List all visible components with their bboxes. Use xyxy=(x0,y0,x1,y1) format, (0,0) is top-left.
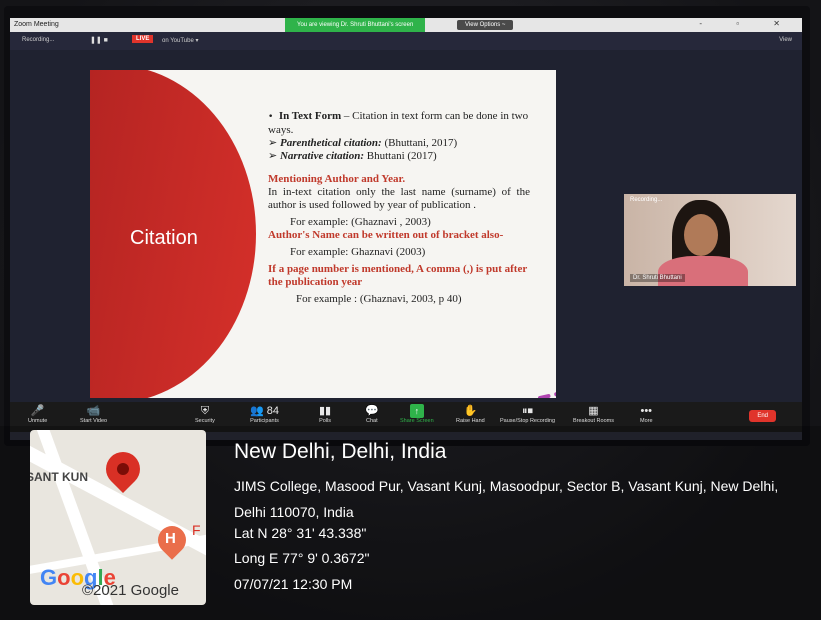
shared-slide: Citation • In Text Form – Citation in te… xyxy=(90,70,556,398)
live-badge: LIVE xyxy=(132,35,154,43)
sub1-value: (Bhuttani, 2017) xyxy=(381,137,458,149)
mic-icon: 🎤 xyxy=(30,405,45,417)
raise-hand-button[interactable]: ✋ Raise Hand xyxy=(456,404,485,424)
raise-hand-label: Raise Hand xyxy=(456,418,485,424)
geotag-city: New Delhi, Delhi, India xyxy=(234,440,447,463)
view-button[interactable]: View xyxy=(779,37,792,43)
recording-bar: Recording... ❚❚ ■ LIVE on YouTube ▾ View xyxy=(10,32,802,50)
slide-title: Citation xyxy=(130,227,198,249)
pause-stop-recording-label: Pause/Stop Recording xyxy=(500,418,556,424)
more-label: More xyxy=(640,418,653,424)
participant-video-tile[interactable]: Recording... Dr. Shruti Bhuttani xyxy=(624,194,796,286)
title-bar: Zoom Meeting You are viewing Dr. Shruti … xyxy=(10,18,802,32)
bullet-heading: In Text Form xyxy=(278,110,342,122)
view-options-button[interactable]: View Options ~ xyxy=(457,20,514,30)
unmute-button[interactable]: 🎤 Unmute xyxy=(28,404,47,424)
camera-icon: 📹 xyxy=(86,405,101,417)
heading-out-of-bracket: Author's Name can be written out of brac… xyxy=(268,229,504,241)
participants-icon: 👥 84 xyxy=(250,405,279,417)
window-title: Zoom Meeting xyxy=(14,21,59,28)
video-top-label: Recording... xyxy=(630,197,663,203)
unmute-label: Unmute xyxy=(28,418,48,424)
heading-page-number: If a page number is mentioned, A comma (… xyxy=(268,263,528,288)
pause-stop-recording-button[interactable]: ⏸⏹ Pause/Stop Recording xyxy=(500,404,555,424)
sub-bullet-1: ➢ Parenthetical citation: (Bhuttani, 201… xyxy=(268,137,530,150)
sub2-value: Bhuttani (2017) xyxy=(364,150,437,162)
video-person-face xyxy=(684,214,718,256)
map-thumbnail: SANT KUN H F Google ©2021 Google xyxy=(30,430,206,605)
live-target-dropdown[interactable]: on YouTube ▾ xyxy=(162,37,199,44)
geotag-address: JIMS College, Masood Pur, Vasant Kunj, M… xyxy=(234,478,779,520)
breakout-icon: ▦ xyxy=(588,405,599,417)
polls-button[interactable]: ▮▮ Polls xyxy=(319,404,331,424)
participants-button[interactable]: 👥 84 Participants xyxy=(250,404,279,424)
hand-icon: ✋ xyxy=(463,405,478,417)
viewing-banner: You are viewing Dr. Shruti Bhuttani's sc… xyxy=(285,18,426,32)
geotag-latitude: Lat N 28° 31' 43.338" xyxy=(234,525,367,541)
example-1: For example: (Ghaznavi , 2003) xyxy=(290,216,431,228)
map-copyright: ©2021 Google xyxy=(82,582,179,599)
chat-icon: 💬 xyxy=(365,405,379,417)
more-icon: ••• xyxy=(640,405,653,417)
recording-indicator: Recording... xyxy=(22,37,55,43)
end-meeting-button[interactable]: End xyxy=(749,410,776,422)
participants-label: Participants xyxy=(250,418,279,424)
polls-icon: ▮▮ xyxy=(319,405,332,417)
bullet-icon: • xyxy=(268,112,274,122)
breakout-rooms-label: Breakout Rooms xyxy=(573,418,614,424)
bullet-line: • In Text Form – Citation in text form c… xyxy=(268,110,530,137)
arrow-bullet-icon: ➢ xyxy=(268,150,278,162)
start-video-button[interactable]: 📹 Start Video xyxy=(80,404,107,424)
polls-label: Polls xyxy=(319,418,332,424)
zoom-window: Zoom Meeting You are viewing Dr. Shruti … xyxy=(10,18,802,440)
sub-bullet-2: ➢ Narrative citation: Bhuttani (2017) xyxy=(268,150,530,163)
example-3: For example : (Ghaznavi, 2003, p 40) xyxy=(296,293,462,305)
share-screen-icon: ↑ xyxy=(409,404,424,418)
start-video-label: Start Video xyxy=(80,418,108,424)
breakout-rooms-button[interactable]: ▦ Breakout Rooms xyxy=(573,404,614,424)
chat-button[interactable]: 💬 Chat xyxy=(365,404,379,424)
annotation-pen-stroke xyxy=(538,392,556,398)
paragraph: In in-text citation only the last name (… xyxy=(268,186,530,211)
heading-author-year: Mentioning Author and Year. xyxy=(268,173,406,185)
share-screen-button[interactable]: ↑ Share Screen xyxy=(400,404,434,424)
more-button[interactable]: ••• More xyxy=(640,404,653,424)
map-area-label: SANT KUN xyxy=(30,470,88,484)
security-label: Security xyxy=(195,418,215,424)
chat-label: Chat xyxy=(366,418,378,424)
geotag-longitude: Long E 77° 9' 0.3672" xyxy=(234,550,370,566)
arrow-bullet-icon: ➢ xyxy=(268,137,278,149)
share-screen-label: Share Screen xyxy=(400,418,434,424)
shield-icon: ⛨ xyxy=(200,405,210,417)
geotag-datetime: 07/07/21 12:30 PM xyxy=(234,576,353,592)
hospital-letter: H xyxy=(165,530,176,547)
sub1-label: Parenthetical citation: xyxy=(279,137,382,149)
sub2-label: Narrative citation: xyxy=(279,150,364,162)
security-button[interactable]: ⛨ Security xyxy=(195,404,215,424)
participant-name: Dr. Shruti Bhuttani xyxy=(630,274,685,282)
photo-frame: Zoom Meeting You are viewing Dr. Shruti … xyxy=(0,0,821,620)
example-2: For example: Ghaznavi (2003) xyxy=(290,246,426,258)
recording-controls-icon[interactable]: ❚❚ ■ xyxy=(90,36,108,44)
window-controls[interactable]: - ▫ ✕ xyxy=(699,19,796,28)
slide-body: • In Text Form – Citation in text form c… xyxy=(268,110,530,306)
map-poi-letter: F xyxy=(192,522,201,538)
record-icon: ⏸⏹ xyxy=(522,405,534,417)
